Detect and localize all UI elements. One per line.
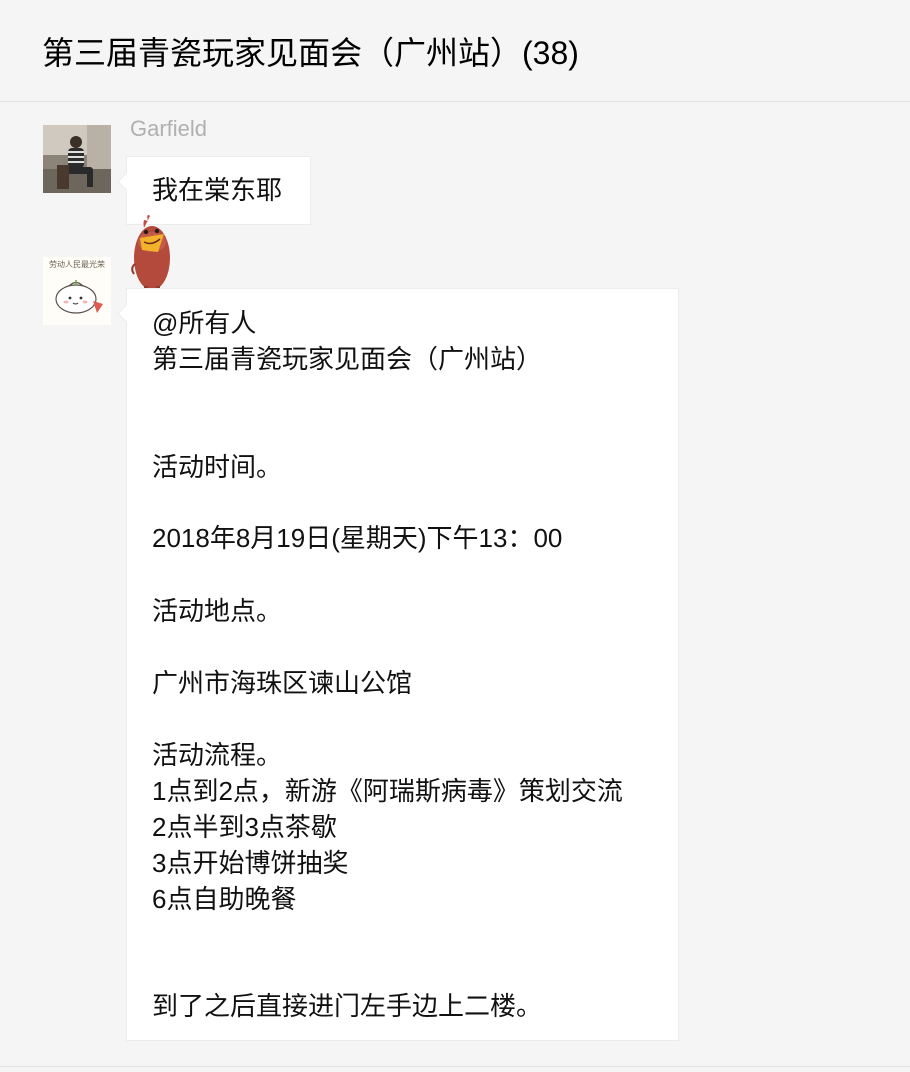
message-line: 2点半到3点茶歇 [152,812,337,842]
chat-title[interactable]: 第三届青瓷玩家见面会（广州站）(38) [42,30,579,76]
message-line: 3点开始博饼抽奖 [152,848,349,878]
man-photo-avatar-image [43,125,111,193]
divider [0,1066,910,1067]
avatar-caption: 劳动人民最光荣 [49,260,105,269]
man-photo-avatar[interactable] [43,125,111,193]
sender-name: Garfield [130,116,208,141]
message-line: 到了之后直接进门左手边上二楼。 [152,991,543,1021]
message-line: 活动流程。 [152,740,283,770]
message-line: 6点自助晚餐 [152,884,297,914]
message-line: 第三届青瓷玩家见面会（广州站） [152,344,543,374]
message-line: 活动时间。 [152,452,283,482]
message-bubble[interactable]: @所有人 第三届青瓷玩家见面会（广州站） 活动时间。 2018年8月19日(星期… [126,288,679,1041]
red-chicken-sticker-icon [126,212,178,297]
message-line: @所有人 [152,308,257,338]
message-line: 活动地点。 [152,596,283,626]
message-line: 广州市海珠区谏山公馆 [152,668,413,698]
message-line: 1点到2点，新游《阿瑞斯病毒》策划交流 [152,776,623,806]
message-line: 2018年8月19日(星期天)下午13：00 [152,523,563,553]
chat-header: 第三届青瓷玩家见面会（广州站）(38) [0,0,910,102]
message-text: 我在棠东耶 [152,175,283,205]
